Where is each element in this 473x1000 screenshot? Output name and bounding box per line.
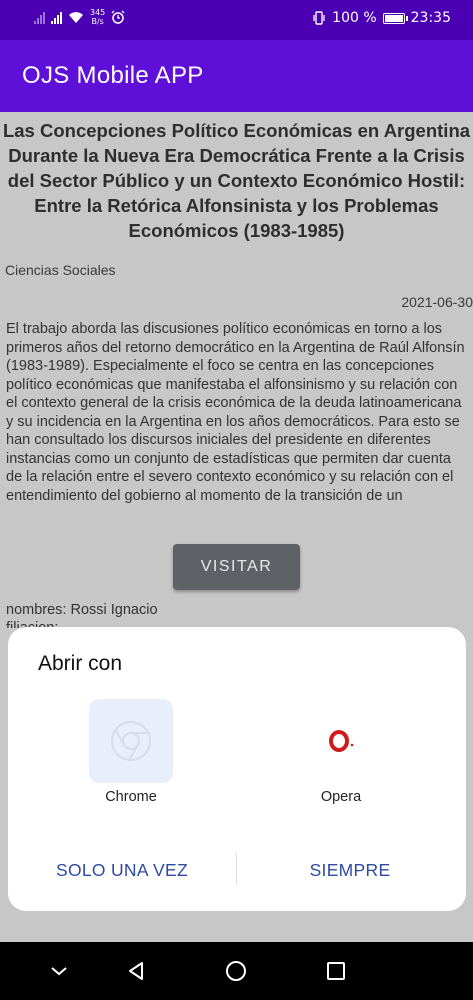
just-once-button[interactable]: SOLO UNA VEZ bbox=[30, 842, 214, 898]
vibrate-icon bbox=[313, 11, 325, 25]
app-title: OJS Mobile APP bbox=[22, 62, 204, 89]
app-option-opera-label: Opera bbox=[320, 789, 362, 805]
nav-back-button[interactable] bbox=[121, 956, 151, 986]
app-option-opera-tile[interactable] bbox=[299, 699, 383, 783]
article-authors: nombres: Rossi Ignacio bbox=[6, 602, 158, 618]
status-bar-right: 100 % 23:35 bbox=[312, 10, 451, 26]
clock: 23:35 bbox=[410, 10, 451, 26]
app-option-chrome[interactable]: Chrome bbox=[89, 699, 173, 805]
always-button[interactable]: SIEMPRE bbox=[262, 842, 438, 898]
sheet-title: Abrir con bbox=[38, 652, 123, 675]
wifi-icon bbox=[69, 11, 83, 23]
app-option-chrome-label: Chrome bbox=[105, 789, 157, 805]
alarm-clock-icon bbox=[111, 10, 125, 24]
recents-icon bbox=[327, 962, 345, 980]
visit-button[interactable]: VISITAR bbox=[173, 544, 300, 590]
app-bar: OJS Mobile APP bbox=[0, 40, 473, 112]
navigation-bar bbox=[0, 942, 473, 1000]
home-icon bbox=[226, 961, 246, 981]
app-option-chrome-tile[interactable] bbox=[89, 699, 173, 783]
sheet-actions: SOLO UNA VEZ SIEMPRE bbox=[8, 842, 466, 902]
battery-icon bbox=[382, 12, 408, 24]
collapse-icon bbox=[51, 967, 67, 976]
app-option-opera[interactable]: Opera bbox=[299, 699, 383, 805]
network-speed-unit: B/s bbox=[91, 17, 104, 26]
nav-home-button[interactable] bbox=[221, 956, 251, 986]
open-with-sheet: Abrir con Chrome Opera SOLO UNA VEZ SIEM… bbox=[8, 627, 466, 911]
article-title: Las Concepciones Político Económicas en … bbox=[2, 120, 471, 241]
network-speed-value: 345 bbox=[90, 8, 106, 17]
actions-divider bbox=[236, 853, 237, 885]
signal-strength-icon-sim2 bbox=[34, 10, 45, 24]
back-icon bbox=[129, 962, 143, 980]
nav-collapse-button[interactable] bbox=[44, 956, 74, 986]
battery-percent: 100 % bbox=[332, 10, 377, 26]
opera-icon bbox=[329, 730, 354, 752]
article-category: Ciencias Sociales bbox=[5, 262, 116, 278]
signal-strength-icon-sim1 bbox=[51, 10, 62, 24]
article-abstract[interactable]: El trabajo aborda las discusiones políti… bbox=[6, 320, 468, 536]
nav-recents-button[interactable] bbox=[321, 956, 351, 986]
network-speed: 345 B/s bbox=[90, 8, 105, 26]
status-bar-left: 345 B/s bbox=[34, 8, 125, 26]
article-date: 2021-06-30 bbox=[401, 294, 473, 310]
status-bar: 345 B/s 100 % 23:35 bbox=[0, 0, 473, 40]
chrome-icon bbox=[111, 721, 151, 761]
